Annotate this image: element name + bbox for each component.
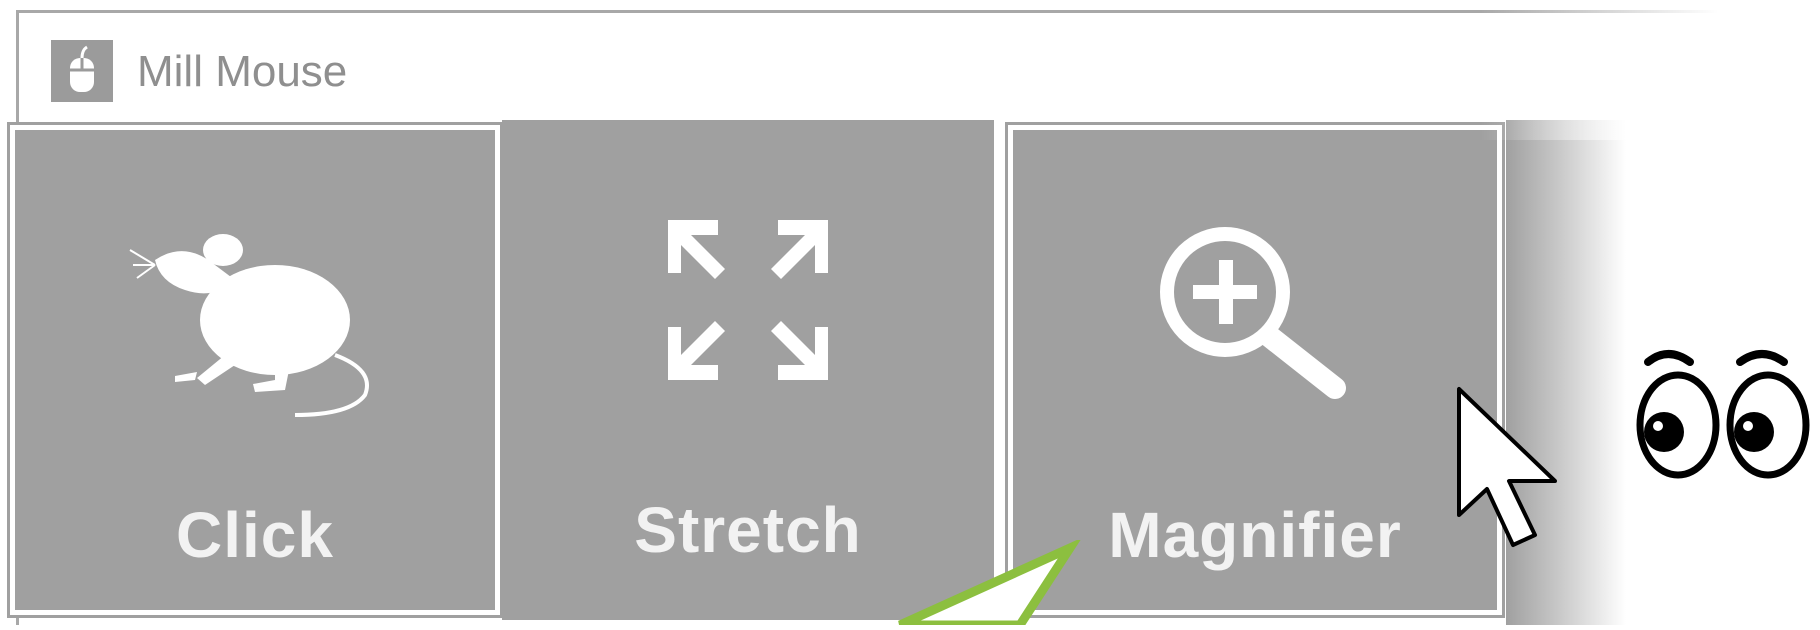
window-title: Mill Mouse (137, 47, 348, 96)
click-tile-label: Click (176, 499, 334, 571)
expand-arrows-icon (502, 215, 994, 385)
callout-pointer (870, 537, 1090, 630)
magnifier-plus-icon (1013, 220, 1497, 410)
click-tile[interactable]: Click (7, 122, 503, 618)
arrow-pointer-icon (1455, 385, 1565, 560)
mouse-device-icon (51, 40, 113, 102)
title-bar: Mill Mouse (19, 13, 1816, 133)
mouse-silhouette-icon (15, 220, 495, 420)
googly-eyes-icon (1630, 340, 1810, 495)
